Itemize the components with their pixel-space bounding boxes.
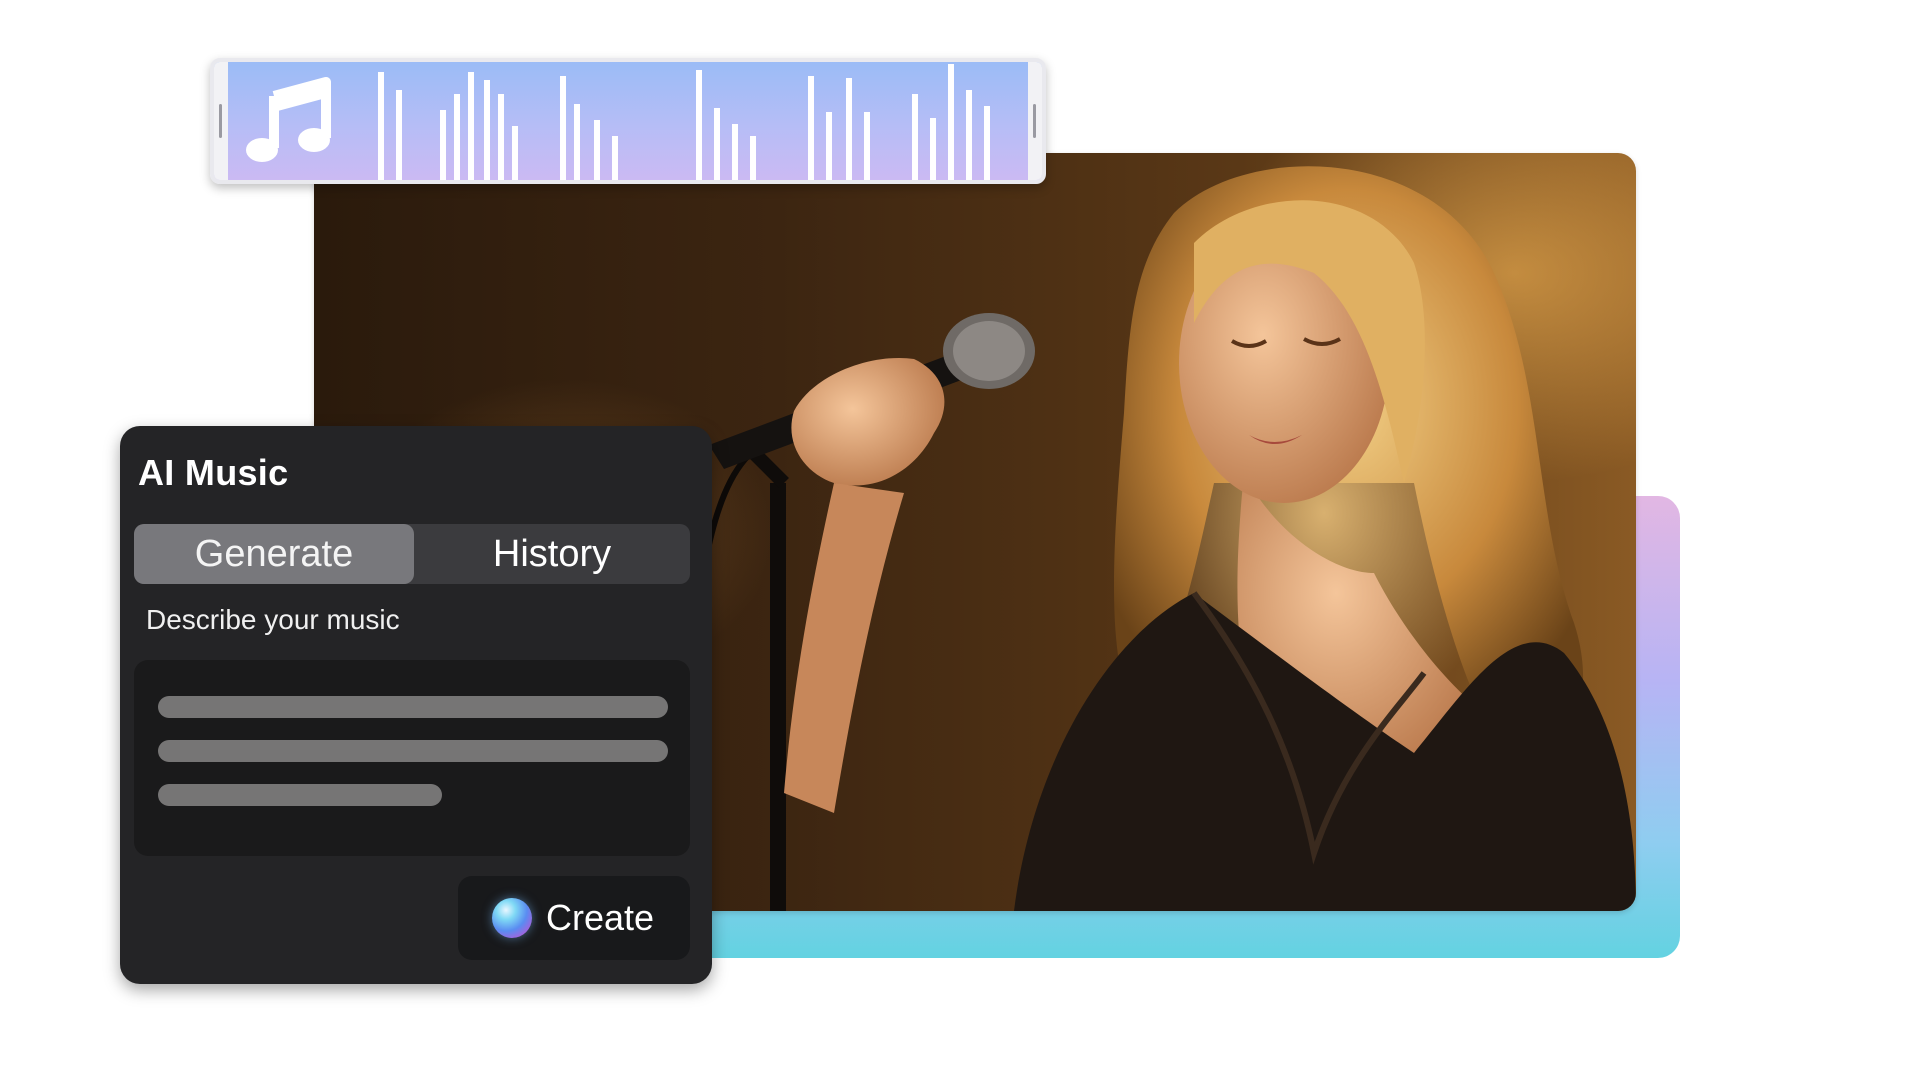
waveform-bar <box>484 80 490 180</box>
waveform-bar <box>378 72 384 180</box>
audio-waveform-bar[interactable] <box>210 58 1046 184</box>
tab-generate[interactable]: Generate <box>134 524 414 584</box>
music-description-input[interactable] <box>134 660 690 856</box>
waveform-bar <box>714 108 720 180</box>
hero-stage: AI Music Generate History Describe your … <box>0 0 1920 1080</box>
waveform-bar <box>560 76 566 180</box>
create-button[interactable]: Create <box>458 876 690 960</box>
waveform-bar <box>574 104 580 180</box>
waveform-bar <box>512 126 518 180</box>
waveform-bar <box>454 94 460 180</box>
waveform-bar <box>750 136 756 180</box>
waveform-bar <box>498 94 504 180</box>
waveform-bar <box>966 90 972 180</box>
waveform-bar <box>826 112 832 180</box>
waveform-bar <box>594 120 600 180</box>
waveform-bar <box>846 78 852 180</box>
waveform-bar <box>440 110 446 180</box>
waveform-bars <box>378 64 990 180</box>
waveform-bar <box>984 106 990 180</box>
waveform-bar <box>696 70 702 180</box>
placeholder-line <box>158 740 668 762</box>
waveform-bar <box>912 94 918 180</box>
placeholder-line <box>158 696 668 718</box>
waveform-bar <box>930 118 936 180</box>
waveform-bar <box>468 72 474 180</box>
waveform-bar <box>948 64 954 180</box>
ai-orb-icon <box>492 898 532 938</box>
waveform-bar <box>396 90 402 180</box>
waveform-bar <box>732 124 738 180</box>
trim-handle-right[interactable] <box>1028 62 1042 180</box>
panel-tabs: Generate History <box>134 524 690 584</box>
tab-history[interactable]: History <box>414 524 690 584</box>
ai-music-panel: AI Music Generate History Describe your … <box>120 426 712 984</box>
waveform-bar <box>864 112 870 180</box>
placeholder-line <box>158 784 442 806</box>
waveform-bar <box>612 136 618 180</box>
create-button-label: Create <box>546 897 655 938</box>
describe-music-label: Describe your music <box>146 604 400 635</box>
waveform-bar <box>808 76 814 180</box>
panel-title: AI Music <box>138 452 289 493</box>
